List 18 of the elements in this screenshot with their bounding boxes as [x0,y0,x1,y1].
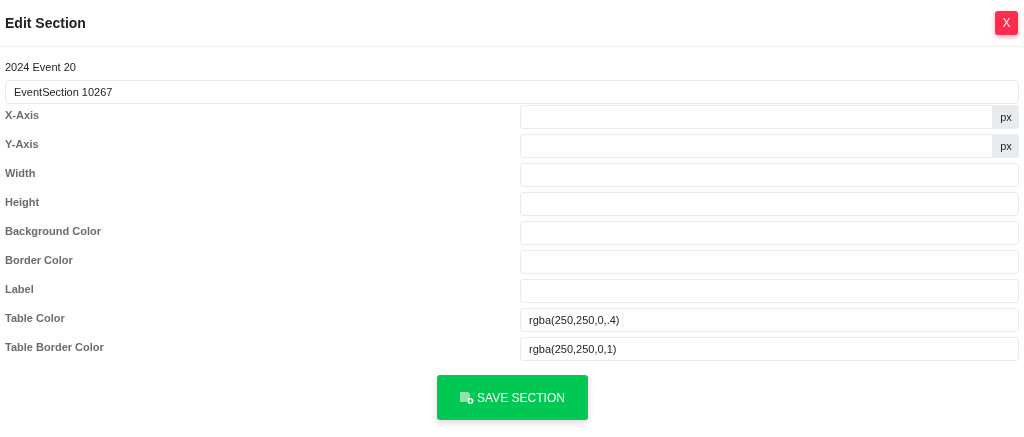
close-button[interactable]: X [995,11,1018,35]
dialog-title: Edit Section [5,13,86,33]
field-label: Height [5,195,41,209]
unit-addon: px [993,105,1019,129]
name-field[interactable]: EventSection 10267 [5,80,1019,104]
field-label: Width [5,166,37,180]
save-icon [459,391,475,404]
event-label: 2024 Event 20 [5,60,77,74]
text-field[interactable]: rgba(250,250,0,.4) [520,308,1019,332]
text-field[interactable]: rgba(250,250,0,1) [520,337,1019,361]
field-label: X-Axis [5,108,41,122]
field-label: Label [5,282,35,296]
unit-addon: px [993,134,1019,158]
field-label: Table Color [5,311,66,325]
field-label: Border Color [5,253,74,267]
field-label: Y-Axis [5,137,40,151]
field-label: Table Border Color [5,340,105,354]
field-label: Background Color [5,224,102,238]
